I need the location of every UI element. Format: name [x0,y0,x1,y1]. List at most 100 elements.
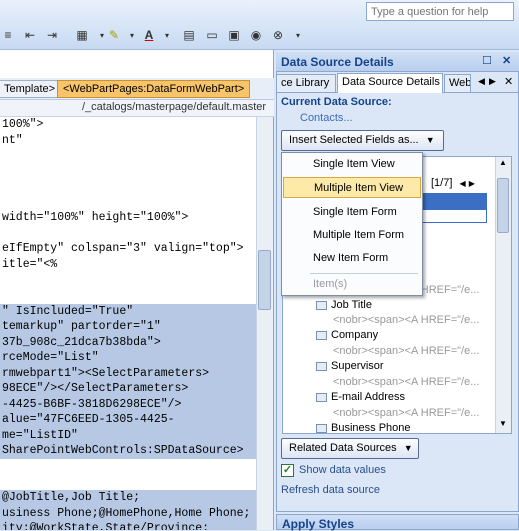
code-line[interactable]: @JobTitle,Job Title; [0,490,256,506]
font-color-dropdown-icon[interactable]: ▾ [159,27,175,43]
field-name: Company [331,329,379,341]
decrease-indent-icon[interactable]: ⇤ [22,27,38,43]
field-name: Business Phone [331,422,411,434]
field-icon [316,361,327,371]
menu-separator [310,273,418,274]
code-line[interactable] [0,179,256,195]
tab-web[interactable]: Web [444,74,471,92]
code-line[interactable]: usiness Phone;@HomePhone,Home Phone; [0,505,256,522]
current-source-link[interactable]: Contacts... [300,112,353,124]
field-value: <nobr><span><A HREF="/e... [333,314,480,326]
field-name: Job Title [331,299,372,311]
field-icon [316,300,327,310]
code-line[interactable]: me="ListID" [0,427,256,444]
highlight-color-icon[interactable]: ✎ [106,27,122,43]
panel-close-icon[interactable]: ✕ [502,54,511,67]
scroll-up-icon[interactable]: ▲ [499,158,507,167]
tab-data-source-details[interactable]: Data Source Details [337,73,443,93]
pager-next-icon[interactable]: ▶ [469,179,475,188]
code-line[interactable] [0,459,256,475]
code-line[interactable] [0,164,256,180]
tab-next-icon[interactable]: ▶ [489,76,496,87]
field-item[interactable]: E-mail Address [316,391,405,403]
code-line[interactable]: ity;@WorkState,State/Province; [0,521,256,530]
tag-template[interactable]: Template> [0,80,62,98]
insert-fields-button[interactable]: Insert Selected Fields as... ▼ [281,130,444,151]
current-source-label: Current Data Source: [281,96,392,108]
close-circle-icon[interactable]: ⊗ [270,27,286,43]
record-pager: [1/7] ◀ ▶ [431,177,475,189]
web-component-icon[interactable]: ◉ [248,27,264,43]
indent-icon[interactable]: ≡ [0,27,16,43]
image-icon[interactable]: ▣ [226,27,242,43]
table-icon[interactable]: ▤ [181,27,197,43]
quick-tag-selector: Template> <WebPartPages:DataFormWebPart> [0,78,274,100]
code-line[interactable]: width="100%" height="100%"> [0,210,256,226]
apply-styles-panel-title: Apply Styles [276,514,519,531]
refresh-data-source-link[interactable]: Refresh data source [281,484,380,496]
code-line[interactable] [0,475,256,491]
code-line[interactable]: eIfEmpty" colspan="3" valign="top"> [0,241,256,257]
field-list-scroll-thumb[interactable] [497,178,509,233]
tag-dataformwebpart[interactable]: <WebPartPages:DataFormWebPart> [57,80,251,98]
field-value: <nobr><span><A HREF="/e... [333,407,480,419]
show-data-values-checkbox[interactable]: ✓ [281,464,294,477]
menu-item: Item(s) [313,278,348,290]
show-data-values-label[interactable]: Show data values [299,464,386,476]
code-line[interactable] [0,148,256,164]
field-item[interactable]: Job Title [316,299,372,311]
code-line[interactable]: temarkup" partorder="1" [0,319,256,335]
field-icon [316,392,327,402]
code-line[interactable]: rceMode="List" [0,350,256,366]
related-label: Related Data Sources [289,442,397,454]
field-value: <nobr><span><A HREF="/e... [333,376,480,388]
tab-prev-icon[interactable]: ◀ [478,76,485,87]
editor-scroll-thumb[interactable] [258,250,271,310]
panel-tabs: ce Library Data Source Details Web ◀ ▶ ✕ [276,73,519,93]
help-search-input[interactable] [366,2,514,21]
field-item[interactable]: Business Phone [316,422,411,434]
code-view[interactable]: 100%"> nt" width="100%" height="100%"> eIfE… [0,117,256,530]
scroll-down-icon[interactable]: ▼ [499,419,507,428]
borders-icon[interactable]: ▦ [74,27,90,43]
menu-item[interactable]: Multiple Item Form [283,225,421,246]
code-line[interactable] [0,272,256,288]
menu-item[interactable]: New Item Form [283,248,421,269]
related-data-sources-button[interactable]: Related Data Sources ▼ [281,438,419,459]
insert-fields-label: Insert Selected Fields as... [289,134,419,146]
code-line[interactable]: alue="47FC6EED-1305-4425- [0,412,256,428]
editor-scrollbar[interactable] [256,117,273,530]
field-item[interactable]: Supervisor [316,360,384,372]
field-value: <nobr><span><A HREF="/e... [333,345,480,357]
code-line[interactable]: rmwebpart1"><SelectParameters> [0,365,256,382]
code-line[interactable]: 98ECE"/></SelectParameters> [0,381,256,397]
code-line[interactable] [0,195,256,211]
code-line[interactable]: SharePointWebControls:SPDataSource> [0,443,256,460]
code-line[interactable]: 100%"> [0,117,256,133]
field-name: E-mail Address [331,391,405,403]
field-icon [316,330,327,340]
menu-item[interactable]: Single Item Form [283,202,421,223]
pager-prev-icon[interactable]: ◀ [459,179,465,188]
code-line[interactable] [0,226,256,242]
tab-library[interactable]: ce Library [276,74,336,92]
menu-item[interactable]: Single Item View [283,154,421,175]
panel-maximize-icon[interactable]: ☐ [482,54,492,67]
increase-indent-icon[interactable]: ⇥ [44,27,60,43]
highlight-dropdown-icon[interactable]: ▾ [124,27,140,43]
code-line[interactable]: " IsIncluded="True" [0,303,256,320]
menu-item[interactable]: Multiple Item View [283,177,421,198]
toolbar-options-icon[interactable]: ▾ [290,27,306,43]
layer-icon[interactable]: ▭ [204,27,220,43]
toolbar: ≡ ⇤ ⇥ ▦ ▾ ✎ ▾ A ▾ ▤ ▭ ▣ ◉ ⊗ ▾ [0,0,519,50]
field-item[interactable]: Company [316,329,378,341]
code-line[interactable] [0,288,256,304]
code-line[interactable]: itle="<% [0,257,256,273]
code-line[interactable]: 37b_908c_21dca7b38bda"> [0,334,256,351]
code-line[interactable]: nt" [0,133,256,149]
code-line[interactable]: -4425-B6BF-3818D6298ECE"/> [0,396,256,413]
font-color-icon[interactable]: A [141,27,157,43]
file-path: /_catalogs/masterpage/default.master [0,100,274,117]
field-name: Supervisor [331,360,384,372]
tab-close-icon[interactable]: ✕ [504,75,513,88]
